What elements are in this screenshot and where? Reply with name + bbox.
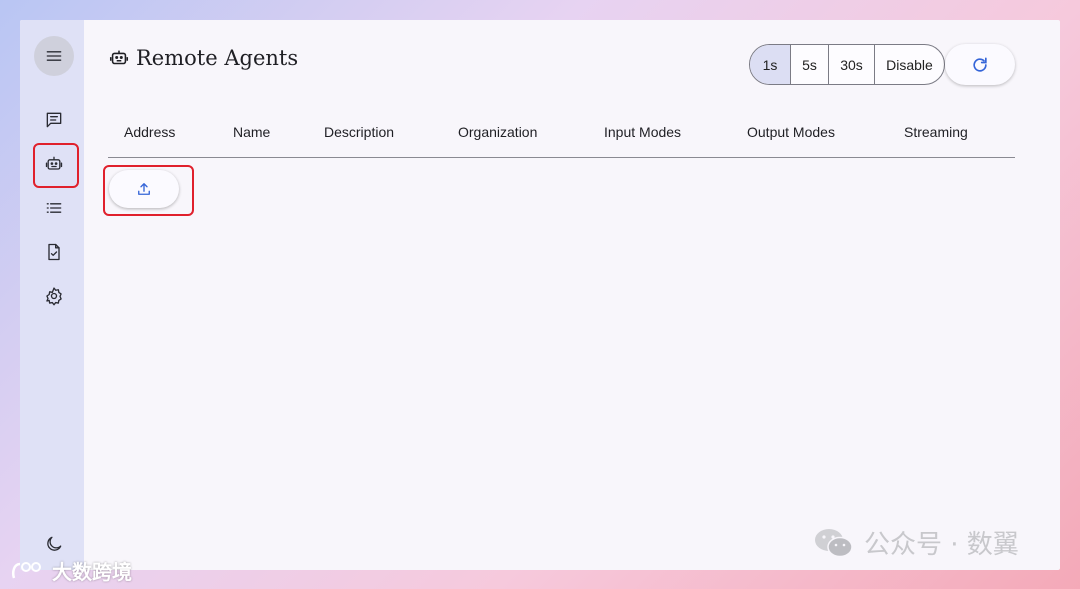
- list-icon: [46, 203, 62, 213]
- column-header-input-modes[interactable]: Input Modes: [604, 124, 681, 140]
- settings-icon: [46, 287, 62, 306]
- interval-5s[interactable]: 5s: [790, 45, 828, 84]
- wechat-logo-icon: [815, 528, 853, 557]
- navigation-rail: [20, 20, 84, 570]
- interval-1s[interactable]: 1s: [750, 45, 790, 84]
- bottom-watermark: 大数跨境: [10, 556, 132, 585]
- nav-events[interactable]: [34, 188, 74, 228]
- robot-icon: [109, 50, 129, 65]
- nav-settings[interactable]: [34, 276, 74, 316]
- menu-button[interactable]: [34, 36, 74, 76]
- menu-icon: [46, 51, 62, 61]
- column-header-output-modes[interactable]: Output Modes: [747, 124, 835, 140]
- agents-highlight-box: [33, 143, 79, 188]
- column-header-address[interactable]: Address: [124, 124, 175, 140]
- agents-table-header: Address Name Description Organization In…: [108, 110, 1015, 158]
- page-title: Remote Agents: [108, 46, 298, 70]
- refresh-interval-toggle: 1s 5s 30s Disable: [749, 44, 945, 85]
- interval-disable[interactable]: Disable: [874, 45, 944, 84]
- task-icon: [48, 243, 60, 261]
- interval-30s[interactable]: 30s: [828, 45, 874, 84]
- wechat-watermark-text: 公众号 · 数翼: [864, 530, 1019, 560]
- app-window: Remote Agents 1s 5s 30s Disable Address …: [20, 20, 1060, 570]
- refresh-icon: [973, 57, 987, 72]
- refresh-button[interactable]: [945, 44, 1015, 85]
- column-header-name[interactable]: Name: [233, 124, 270, 140]
- page-title-text: Remote Agents: [136, 46, 299, 70]
- nav-conversations[interactable]: [34, 100, 74, 140]
- dark-mode-icon: [47, 536, 62, 551]
- chat-icon: [46, 112, 62, 128]
- wechat-watermark: 公众号 · 数翼: [812, 524, 1019, 561]
- upload-highlight-box: [103, 165, 194, 216]
- nav-tasks[interactable]: [34, 232, 74, 272]
- column-header-streaming[interactable]: Streaming: [904, 124, 968, 140]
- column-header-description[interactable]: Description: [324, 124, 394, 140]
- bottom-watermark-text: 大数跨境: [52, 562, 132, 584]
- column-header-organization[interactable]: Organization: [458, 124, 537, 140]
- watermark-logo-icon: [12, 561, 41, 578]
